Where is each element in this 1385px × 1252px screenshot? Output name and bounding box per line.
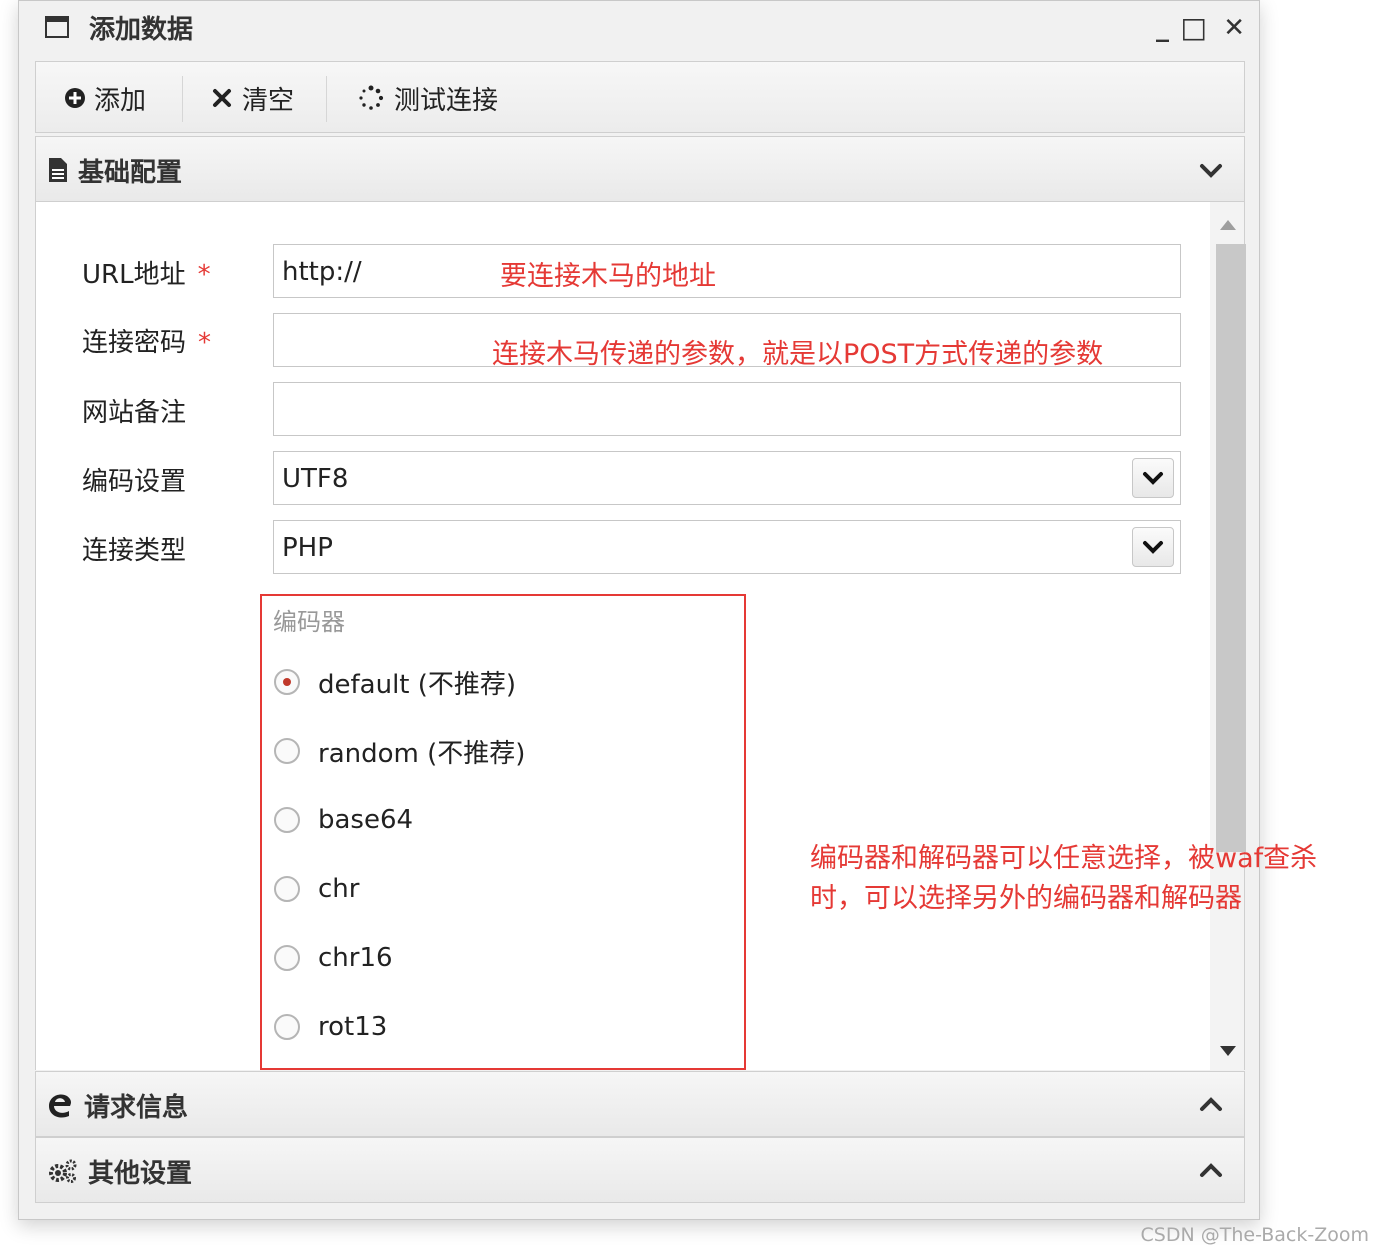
gears-icon (49, 1159, 77, 1183)
encoder-option-label: rot13 (318, 1012, 388, 1042)
required-mark: * (197, 260, 211, 290)
radio-button[interactable] (274, 669, 300, 695)
encoder-option-label: base64 (318, 805, 414, 835)
url-input[interactable]: http:// (273, 244, 1181, 298)
title-bar: 添加数据 _ □ ✕ (19, 1, 1259, 57)
type-dropdown-button[interactable] (1132, 527, 1174, 567)
encoder-annotation-line2: 时，可以选择另外的编码器和解码器 (810, 883, 1242, 914)
radio-button[interactable] (274, 807, 300, 833)
toolbar-divider (182, 76, 183, 122)
encoder-option-label: default (不推荐) (318, 669, 517, 700)
basic-config-title-wrap: 基础配置 (48, 137, 182, 203)
type-select[interactable]: PHP (273, 520, 1181, 574)
window-icon (45, 16, 69, 38)
toolbar-divider (326, 76, 327, 122)
encoder-option-rot13[interactable]: rot13 (274, 1007, 387, 1047)
type-label: 连接类型 (82, 536, 187, 566)
scroll-down-arrow[interactable] (1220, 1046, 1236, 1056)
url-label-wrap: URL地址 * (82, 254, 211, 291)
encoder-option-label: chr (318, 874, 360, 904)
scrollbar-thumb[interactable] (1216, 244, 1246, 852)
password-label-wrap: 连接密码 * (82, 322, 211, 359)
chevron-up-icon[interactable] (1196, 1090, 1226, 1120)
encoder-option-chr[interactable]: chr (274, 869, 359, 909)
encoder-option-base64[interactable]: base64 (274, 800, 413, 840)
encoder-annotation-line1: 编码器和解码器可以任意选择，被waf查杀 (810, 843, 1318, 874)
encoder-option-label: random (不推荐) (318, 738, 526, 769)
add-data-window: 添加数据 _ □ ✕ 添加 清空 测试连接 基础配置 URL地址 * http:… (18, 0, 1260, 1220)
basic-config-title: 基础配置 (78, 157, 183, 188)
request-info-header[interactable]: 请求信息 (35, 1071, 1245, 1137)
chevron-down-icon (1143, 541, 1163, 554)
vertical-scrollbar[interactable] (1210, 202, 1246, 1070)
add-label: 添加 (94, 85, 147, 116)
watermark: CSDN @The-Back-Zoom (1140, 1224, 1369, 1246)
url-input-value: http:// (282, 257, 362, 287)
chevron-down-icon (1143, 472, 1163, 485)
document-icon (49, 158, 67, 182)
url-annotation: 要连接木马的地址 (500, 261, 716, 292)
encoding-label: 编码设置 (82, 467, 187, 497)
note-input[interactable] (273, 382, 1181, 436)
password-annotation: 连接木马传递的参数，就是以POST方式传递的参数 (492, 339, 1104, 370)
url-label: URL地址 (82, 260, 186, 290)
minimize-button[interactable]: _ (1156, 11, 1169, 45)
basic-config-header[interactable]: 基础配置 (35, 136, 1245, 202)
plus-circle-icon (65, 88, 85, 108)
x-icon (213, 89, 231, 107)
close-button[interactable]: ✕ (1223, 11, 1245, 45)
test-connection-label: 测试连接 (394, 85, 499, 116)
other-settings-title: 其他设置 (88, 1158, 193, 1189)
required-mark: * (198, 328, 212, 358)
encoder-option-random[interactable]: random (不推荐) (274, 731, 525, 771)
encoder-option-default[interactable]: default (不推荐) (274, 662, 516, 702)
encoding-value: UTF8 (282, 464, 349, 494)
spinner-icon (359, 85, 384, 110)
basic-config-content: URL地址 * http:// 要连接木马的地址 连接密码 * 连接木马传递的参数，… (35, 202, 1246, 1070)
add-button[interactable]: 添加 (64, 62, 146, 134)
ie-logo-icon (49, 1094, 71, 1118)
test-connection-button[interactable]: 测试连接 (358, 62, 498, 134)
clear-label: 清空 (242, 85, 295, 116)
radio-button[interactable] (274, 876, 300, 902)
scroll-up-arrow[interactable] (1220, 220, 1236, 230)
chevron-down-icon[interactable] (1196, 155, 1226, 185)
clear-button[interactable]: 清空 (212, 62, 294, 134)
other-settings-header[interactable]: 其他设置 (35, 1137, 1245, 1203)
encoding-select[interactable]: UTF8 (273, 451, 1181, 505)
encoding-dropdown-button[interactable] (1132, 458, 1174, 498)
request-info-title: 请求信息 (84, 1092, 189, 1123)
toolbar: 添加 清空 测试连接 (35, 61, 1245, 133)
encoder-legend: 编码器 (273, 608, 345, 636)
encoder-option-chr16[interactable]: chr16 (274, 938, 393, 978)
radio-button[interactable] (274, 738, 300, 764)
maximize-button[interactable]: □ (1181, 11, 1207, 45)
note-label: 网站备注 (82, 398, 187, 428)
radio-button[interactable] (274, 1014, 300, 1040)
chevron-up-icon[interactable] (1196, 1156, 1226, 1186)
radio-button[interactable] (274, 945, 300, 971)
encoder-option-label: chr16 (318, 943, 393, 973)
password-label: 连接密码 (82, 328, 187, 358)
window-title: 添加数据 (89, 15, 194, 45)
request-info-title-wrap: 请求信息 (48, 1072, 188, 1138)
type-value: PHP (282, 533, 333, 563)
other-settings-title-wrap: 其他设置 (48, 1138, 192, 1204)
